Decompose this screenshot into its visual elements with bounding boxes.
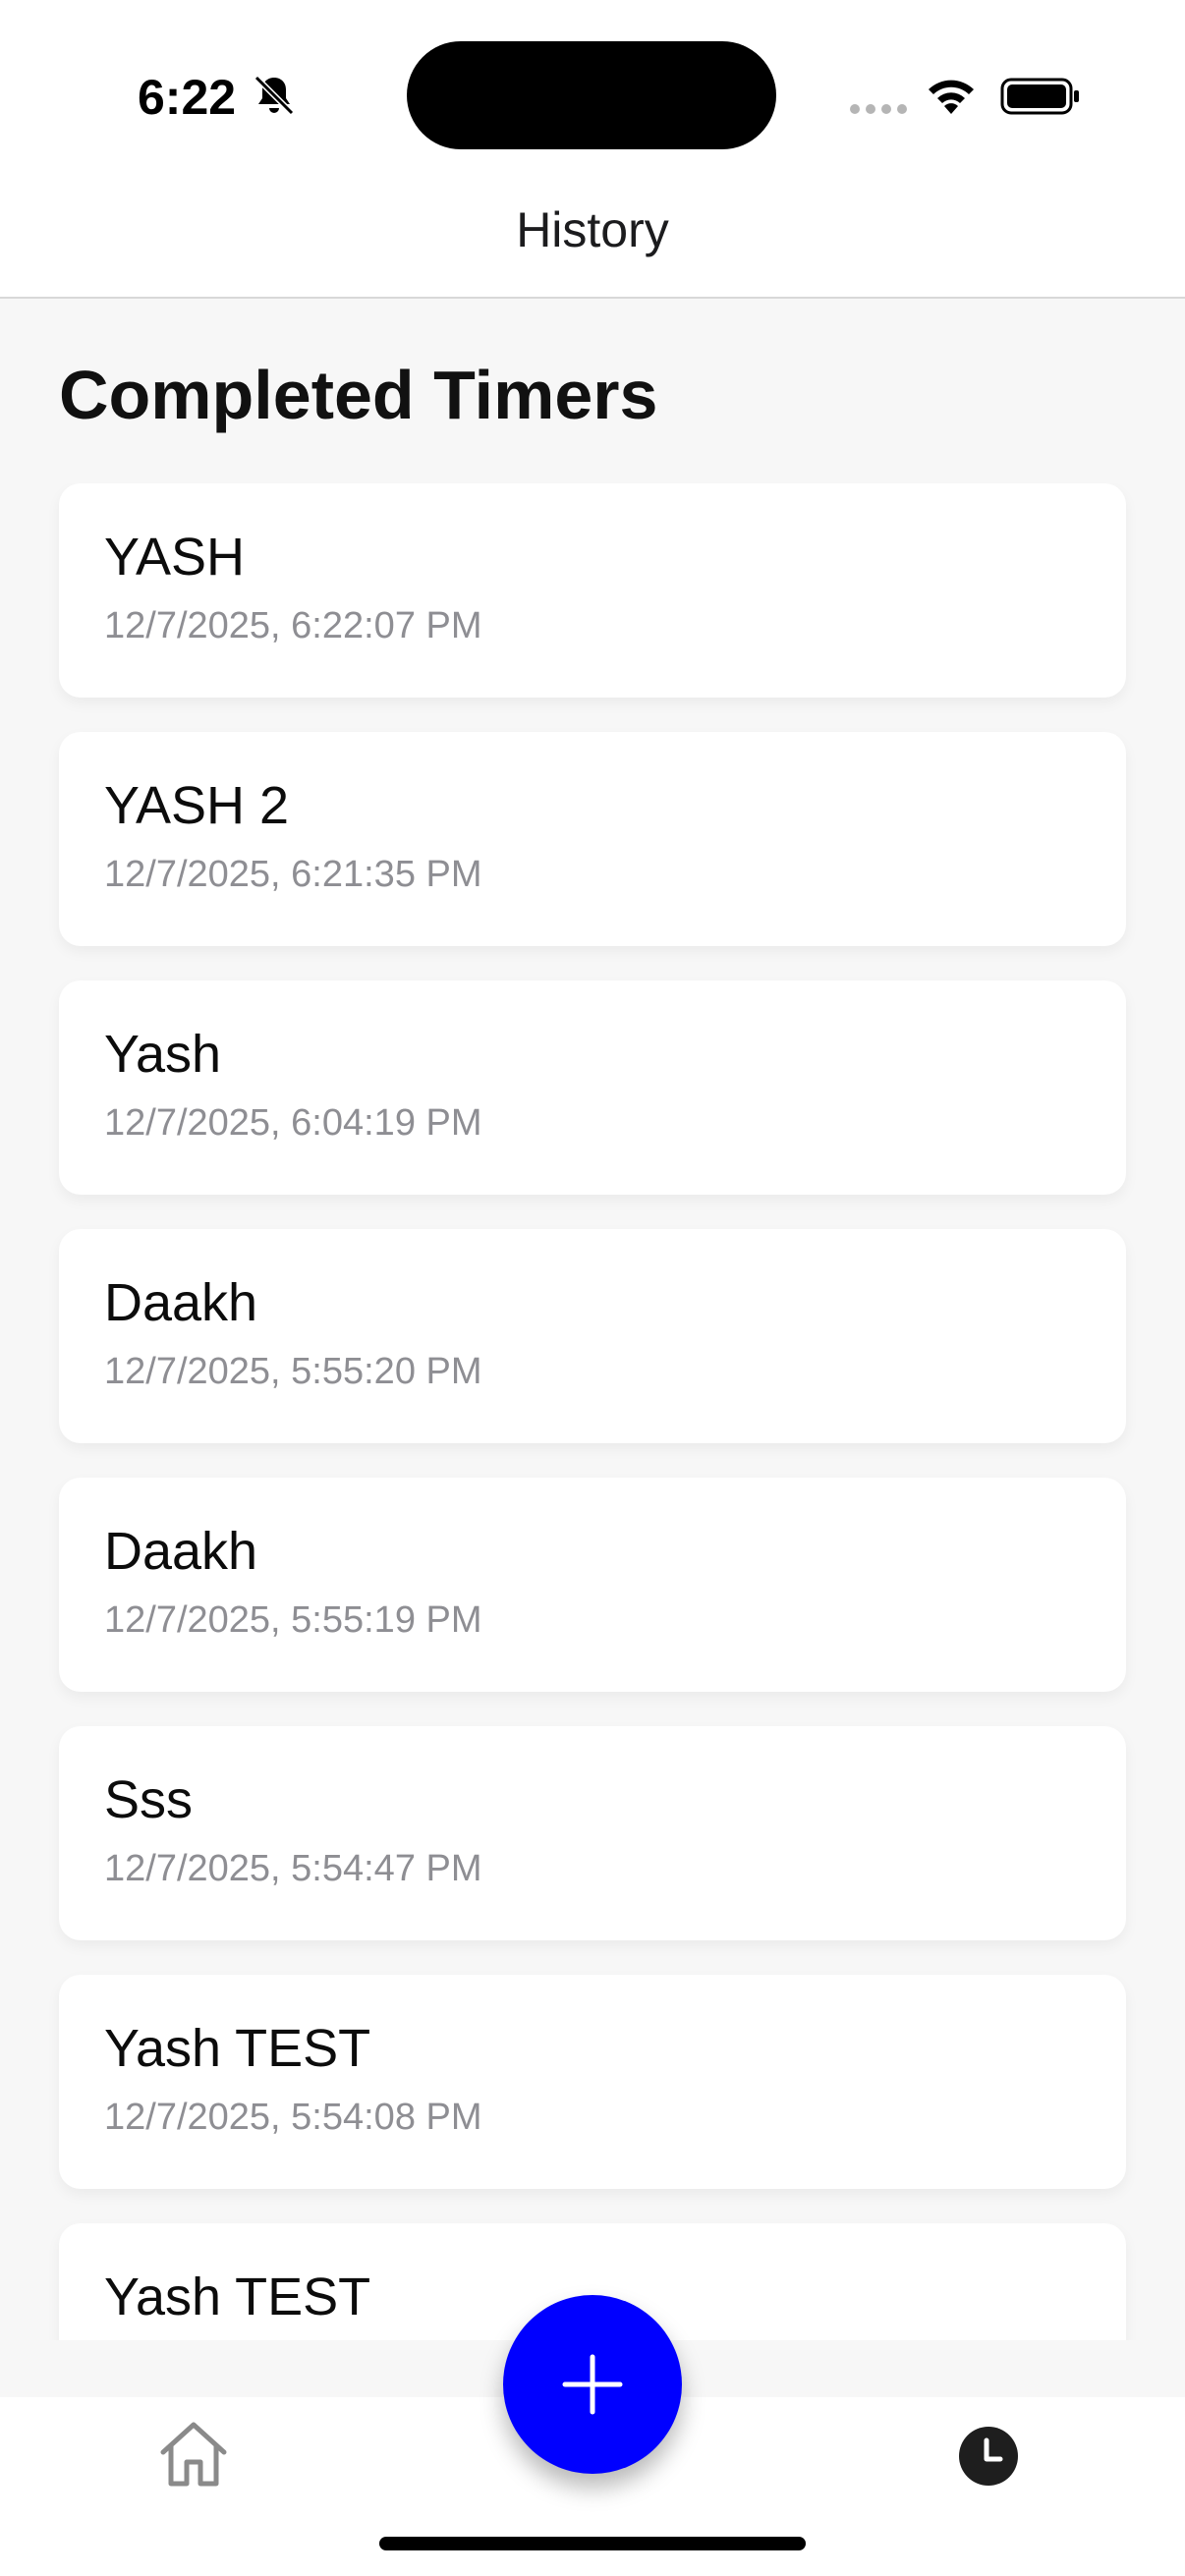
timer-completed-at: 12/7/2025, 5:54:47 PM [104,1848,482,1889]
timer-card[interactable]: YASH 2 12/7/2025, 6:21:35 PM [59,732,1126,946]
timer-card[interactable]: Sss 12/7/2025, 5:54:47 PM [59,1726,1126,1940]
timer-card[interactable]: Yash 12/7/2025, 6:04:19 PM [59,980,1126,1195]
timer-completed-at: 12/7/2025, 5:55:19 PM [104,1599,482,1641]
plus-icon [562,2354,623,2415]
page-title: History [516,202,669,257]
section-title: Completed Timers [59,357,658,433]
bell-slash-icon [254,75,295,116]
timer-completed-at: 12/7/2025, 5:54:08 PM [104,2097,482,2138]
status-bar: 6:22 [0,0,1185,187]
timer-name: Yash [104,1025,222,1084]
home-icon[interactable] [157,2419,230,2488]
home-indicator[interactable] [379,2537,806,2550]
timer-completed-at: 12/7/2025, 5:55:20 PM [104,1351,482,1392]
timer-name: Yash TEST [104,2268,371,2326]
add-timer-button[interactable] [503,2295,682,2474]
timer-name: Sss [104,1770,194,1829]
timer-completed-at: 12/7/2025, 6:22:07 PM [104,605,482,646]
timer-name: Yash TEST [104,2019,371,2078]
status-time: 6:22 [138,70,237,125]
clock-icon[interactable] [957,2425,1020,2488]
timer-card[interactable]: Daakh 12/7/2025, 5:55:20 PM [59,1229,1126,1443]
timer-card[interactable]: Yash TEST 12/7/2025, 5:54:08 PM [59,1975,1126,2189]
signal-dots-icon [850,104,907,114]
timer-name: Daakh [104,1522,258,1581]
dynamic-island [407,41,776,149]
wifi-icon [929,80,974,114]
timer-completed-at: 12/7/2025, 6:04:19 PM [104,1102,482,1144]
timer-name: YASH [104,528,246,587]
timer-history-list[interactable]: YASH 12/7/2025, 6:22:07 PM YASH 2 12/7/2… [0,483,1185,2340]
timer-name: YASH 2 [104,776,290,835]
timer-card[interactable]: YASH 12/7/2025, 6:22:07 PM [59,483,1126,698]
timer-completed-at: 12/7/2025, 6:21:35 PM [104,854,482,895]
battery-icon [1000,78,1079,115]
timer-name: Daakh [104,1273,258,1332]
timer-card[interactable]: Daakh 12/7/2025, 5:55:19 PM [59,1478,1126,1692]
